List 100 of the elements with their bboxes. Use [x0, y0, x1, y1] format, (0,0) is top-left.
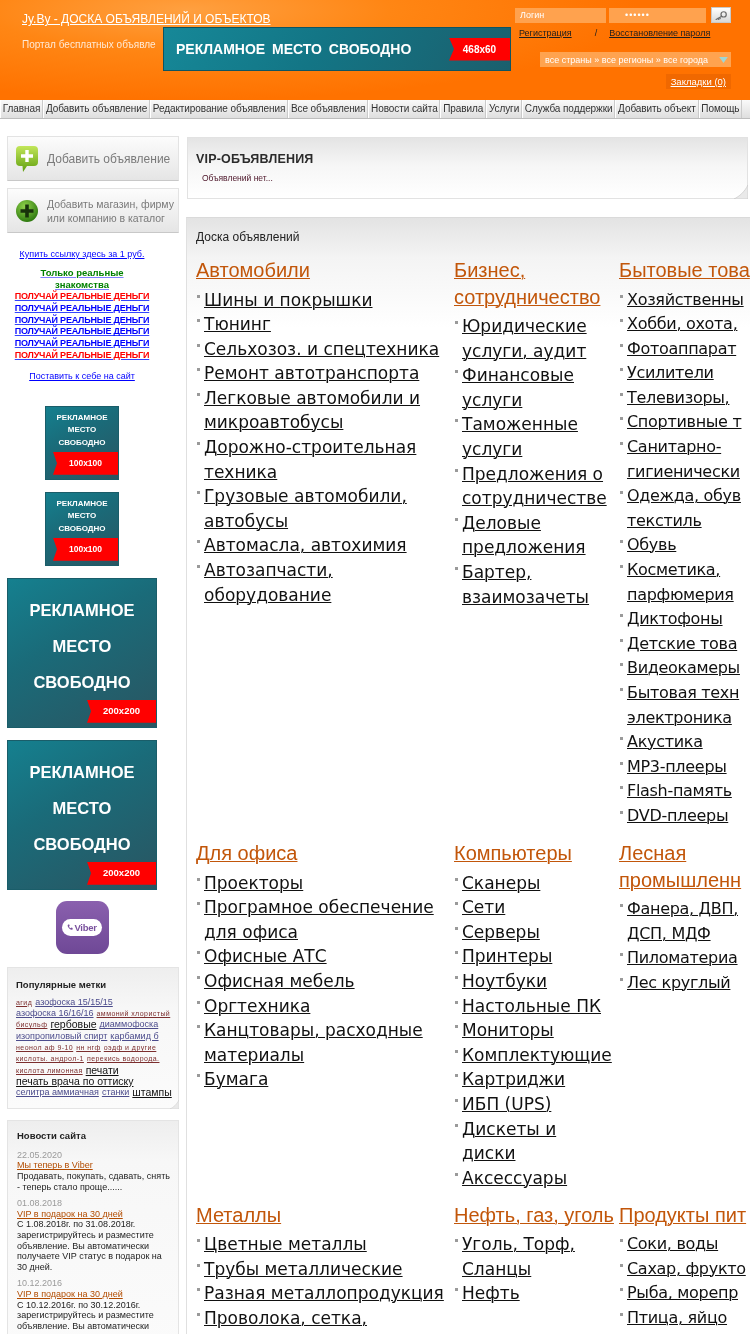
tag-link[interactable]: гербовые — [50, 1019, 97, 1031]
subcategory-link[interactable]: Телевизоры, — [619, 385, 730, 411]
category-link[interactable]: Продукты пит — [619, 1201, 747, 1229]
category-link[interactable]: Для офиса — [196, 840, 298, 867]
nav-item[interactable]: Новости сайта — [368, 100, 441, 118]
subcategory-link[interactable]: Нефть — [454, 1281, 520, 1307]
subcategory-link[interactable]: Косметика, парфюмерия — [619, 558, 750, 608]
subcategory-link[interactable]: Тюнинг — [196, 312, 271, 337]
ad-banner[interactable]: РЕКЛАМНОЕ МЕСТО СВОБОДНО 200x200 — [7, 577, 157, 728]
tag-link[interactable]: изопропиловый спирт — [16, 1030, 108, 1042]
sidebar-button[interactable]: Добавить магазин, фирму или компанию в каталог — [7, 188, 179, 233]
ad-banner[interactable]: РЕКЛАМНОЕ МЕСТО СВОБОДНО 468x60 — [163, 27, 511, 71]
subcategory-link[interactable]: Деловые предложения — [454, 510, 614, 560]
subcategory-link[interactable]: Сахар, фрукто — [619, 1256, 746, 1282]
nav-item[interactable]: Редактирование объявления — [149, 100, 289, 118]
subcategory-link[interactable]: Видеокамеры — [619, 656, 740, 681]
nav-item[interactable]: Правила — [440, 100, 487, 118]
tag-link[interactable]: станки — [101, 1087, 130, 1099]
subcategory-link[interactable]: MP3-плееры — [619, 754, 727, 780]
category-link[interactable]: Лесная промышленн — [619, 840, 750, 894]
subcategory-link[interactable]: Сельхозоз. и спецтехника — [196, 336, 440, 362]
subcategory-link[interactable]: Обувь — [619, 533, 677, 559]
subcategory-link[interactable]: Принтеры — [454, 944, 553, 969]
tag-link[interactable]: азофоска 16/16/16 — [16, 1008, 94, 1020]
subcategory-link[interactable]: Фанера, ДВП, ДСП, МДФ — [619, 897, 750, 947]
subcategory-link[interactable]: Таможенные услуги — [454, 412, 614, 462]
subcategory-link[interactable]: Ноутбуки — [454, 968, 547, 994]
subcategory-link[interactable]: Сканеры — [454, 870, 541, 896]
subcategory-link[interactable]: Хобби, охота, — [619, 312, 738, 337]
nav-item[interactable]: Добавить объявление — [43, 100, 150, 118]
subcategory-link[interactable]: Птица, яйцо — [619, 1306, 728, 1331]
login-field[interactable]: Логин — [515, 7, 606, 23]
subcategory-link[interactable]: Flash-память — [619, 779, 732, 804]
subcategory-link[interactable]: Бытовая техн электроника — [619, 681, 750, 731]
nav-item[interactable]: Все объявления — [288, 100, 369, 118]
subcategory-link[interactable]: Одежда, обув текстиль — [619, 484, 750, 534]
subcategory-link[interactable]: DVD-плееры — [619, 803, 729, 829]
tag-link[interactable]: карбамид б — [110, 1030, 159, 1042]
subcategory-link[interactable]: Бартер, взаимозачеты — [454, 559, 614, 610]
subcategory-link[interactable]: Рыба, морепр — [619, 1281, 738, 1307]
subcategory-link[interactable]: Серверы — [454, 919, 540, 945]
subcategory-link[interactable]: Цветные металлы — [196, 1232, 367, 1257]
ad-banner[interactable]: РЕКЛАМНОЕ МЕСТО СВОБОДНО 200x200 — [7, 739, 157, 890]
nav-item[interactable]: Служба поддержки — [522, 100, 616, 118]
subcategory-link[interactable]: Настольные ПК — [454, 993, 601, 1019]
promo-title[interactable]: Только реальные знакомства — [34, 267, 130, 291]
subcategory-link[interactable]: Хозяйственны — [619, 287, 744, 313]
category-link[interactable]: Компьютеры — [454, 840, 572, 867]
subcategory-link[interactable]: Фотоаппарат — [619, 336, 737, 362]
subcategory-link[interactable]: Пиломатериа — [619, 946, 738, 971]
subcategory-link[interactable]: Офисная мебель — [196, 968, 355, 994]
subcategory-link[interactable]: Проволока, сетка, — [196, 1306, 367, 1331]
subcategory-link[interactable]: Трубы металлические — [196, 1256, 403, 1282]
install-link[interactable]: Поставить к себе на сайт — [29, 370, 135, 382]
subcategory-link[interactable]: Санитарно-гигиенически — [619, 435, 750, 485]
subcategory-link[interactable]: ИБП (UPS) — [454, 1091, 552, 1117]
subcategory-link[interactable]: Аксессуары — [454, 1165, 568, 1191]
nav-item[interactable]: Помощь — [698, 100, 743, 118]
subcategory-link[interactable]: Комплектующие — [454, 1042, 612, 1068]
nav-item[interactable]: Услуги — [486, 100, 522, 118]
promo-link[interactable]: ПОЛУЧАЙ РЕАЛЬНЫЕ ДЕНЬГИ — [14, 291, 150, 303]
promo-link[interactable]: ПОЛУЧАЙ РЕАЛЬНЫЕ ДЕНЬГИ — [14, 338, 150, 350]
subcategory-link[interactable]: Оргтехника — [196, 993, 311, 1019]
subcategory-link[interactable]: Предложения о сотрудничестве — [454, 461, 614, 511]
subcategory-link[interactable]: Лес круглый — [619, 970, 731, 996]
subcategory-link[interactable]: Диктофоны — [619, 607, 723, 632]
news-link[interactable]: Мы теперь в Viber — [17, 1160, 93, 1171]
category-link[interactable]: Нефть, газ, уголь — [454, 1201, 614, 1229]
subcategory-link[interactable]: Усилители — [619, 361, 714, 386]
subcategory-link[interactable]: Дискеты и диски — [454, 1116, 614, 1166]
buy-link[interactable]: Купить ссылку здесь за 1 руб. — [19, 249, 145, 260]
subcategory-link[interactable]: Легковые автомобили и микроавтобусы — [196, 385, 446, 436]
tag-link[interactable]: азофоска 15/15/15 — [35, 996, 113, 1009]
news-link[interactable]: VIP в подарок на 30 дней — [17, 1208, 123, 1220]
subcategory-link[interactable]: Спортивные т — [619, 410, 742, 436]
news-link[interactable]: VIP в подарок на 30 дней — [17, 1288, 123, 1300]
subcategory-link[interactable]: Финансовые услуги — [454, 363, 614, 413]
subcategory-link[interactable]: Картриджи — [454, 1067, 566, 1092]
category-link[interactable]: Металлы — [196, 1201, 282, 1229]
subcategory-link[interactable]: Мониторы — [454, 1018, 554, 1043]
subcategory-link[interactable]: Шины и покрышки — [196, 287, 373, 313]
subcategory-link[interactable]: Програмное обеспечение для офиса — [196, 895, 446, 945]
subcategory-link[interactable]: Уголь, Торф, Сланцы — [454, 1232, 614, 1282]
subcategory-link[interactable]: Автозапчасти, оборудование — [196, 558, 446, 608]
subcategory-link[interactable]: Автомасла, автохимия — [196, 533, 407, 559]
tag-link[interactable]: штампы — [132, 1087, 172, 1099]
subcategory-link[interactable]: Офисные АТС — [196, 944, 327, 969]
tag-link[interactable]: печать врача по оттиску — [16, 1075, 134, 1088]
ad-banner[interactable]: РЕКЛАМНОЕ МЕСТО СВОБОДНО 100x100 — [45, 491, 119, 566]
category-link[interactable]: Бытовые това — [619, 257, 750, 284]
subcategory-link[interactable]: Канцтовары, расходные материалы — [196, 1018, 446, 1068]
subcategory-link[interactable]: Соки, воды — [619, 1232, 719, 1257]
tag-link[interactable]: селитра аммиачная — [16, 1087, 99, 1099]
tag-link[interactable]: диаммофоска — [99, 1019, 159, 1031]
subcategory-link[interactable]: Юридические услуги, аудит — [454, 314, 614, 364]
subcategory-link[interactable]: Сети — [454, 895, 506, 920]
tag-link[interactable]: печати — [85, 1064, 119, 1076]
category-link[interactable]: Автомобили — [196, 257, 310, 284]
nav-item[interactable]: Главная — [0, 100, 44, 118]
subcategory-link[interactable]: Детские това — [619, 631, 738, 657]
